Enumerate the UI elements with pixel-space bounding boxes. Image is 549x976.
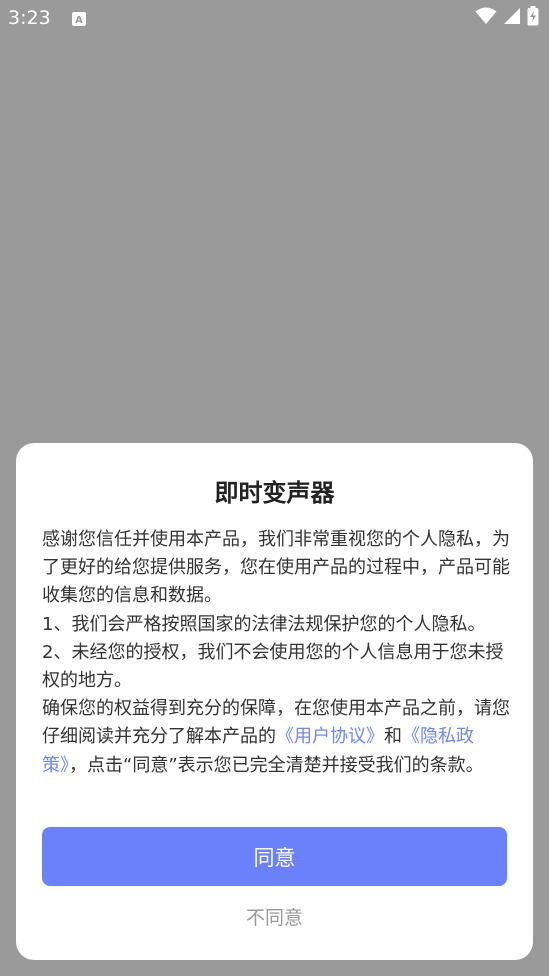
wifi-icon — [475, 7, 497, 29]
user-agreement-link[interactable]: 《用户协议》 — [276, 726, 384, 747]
notification-a-icon: A — [72, 11, 86, 26]
status-bar: 3:23 A — [0, 0, 549, 36]
dialog-title: 即时变声器 — [214, 479, 335, 507]
status-time: 3:23 — [8, 7, 51, 29]
status-icons — [475, 6, 539, 30]
policy-point-1: 1、我们会严格按照国家的法律法规保护您的个人隐私。 — [42, 613, 486, 635]
battery-charging-icon — [527, 6, 539, 30]
svg-text:A: A — [75, 15, 83, 26]
policy-point-2: 2、未经您的授权，我们不会使用您的个人信息用于您未授权的地方。 — [42, 641, 504, 692]
dialog-body: 感谢您信任并使用本产品，我们非常重视您的个人隐私，为了更好的给您提供服务，您在使… — [42, 526, 510, 780]
signal-icon — [503, 7, 521, 29]
closing-text: 确保您的权益得到充分的保障，在您使用本产品之前，请您仔细阅读并充分了解本产品的《… — [42, 695, 510, 780]
and-text: 和 — [384, 726, 402, 748]
agree-button[interactable]: 同意 — [42, 827, 507, 886]
disagree-button[interactable]: 不同意 — [42, 898, 507, 934]
closing-suffix: ，点击“同意”表示您已完全清楚并接受我们的条款。 — [69, 754, 484, 776]
intro-text: 感谢您信任并使用本产品，我们非常重视您的个人隐私，为了更好的给您提供服务，您在使… — [42, 529, 510, 607]
